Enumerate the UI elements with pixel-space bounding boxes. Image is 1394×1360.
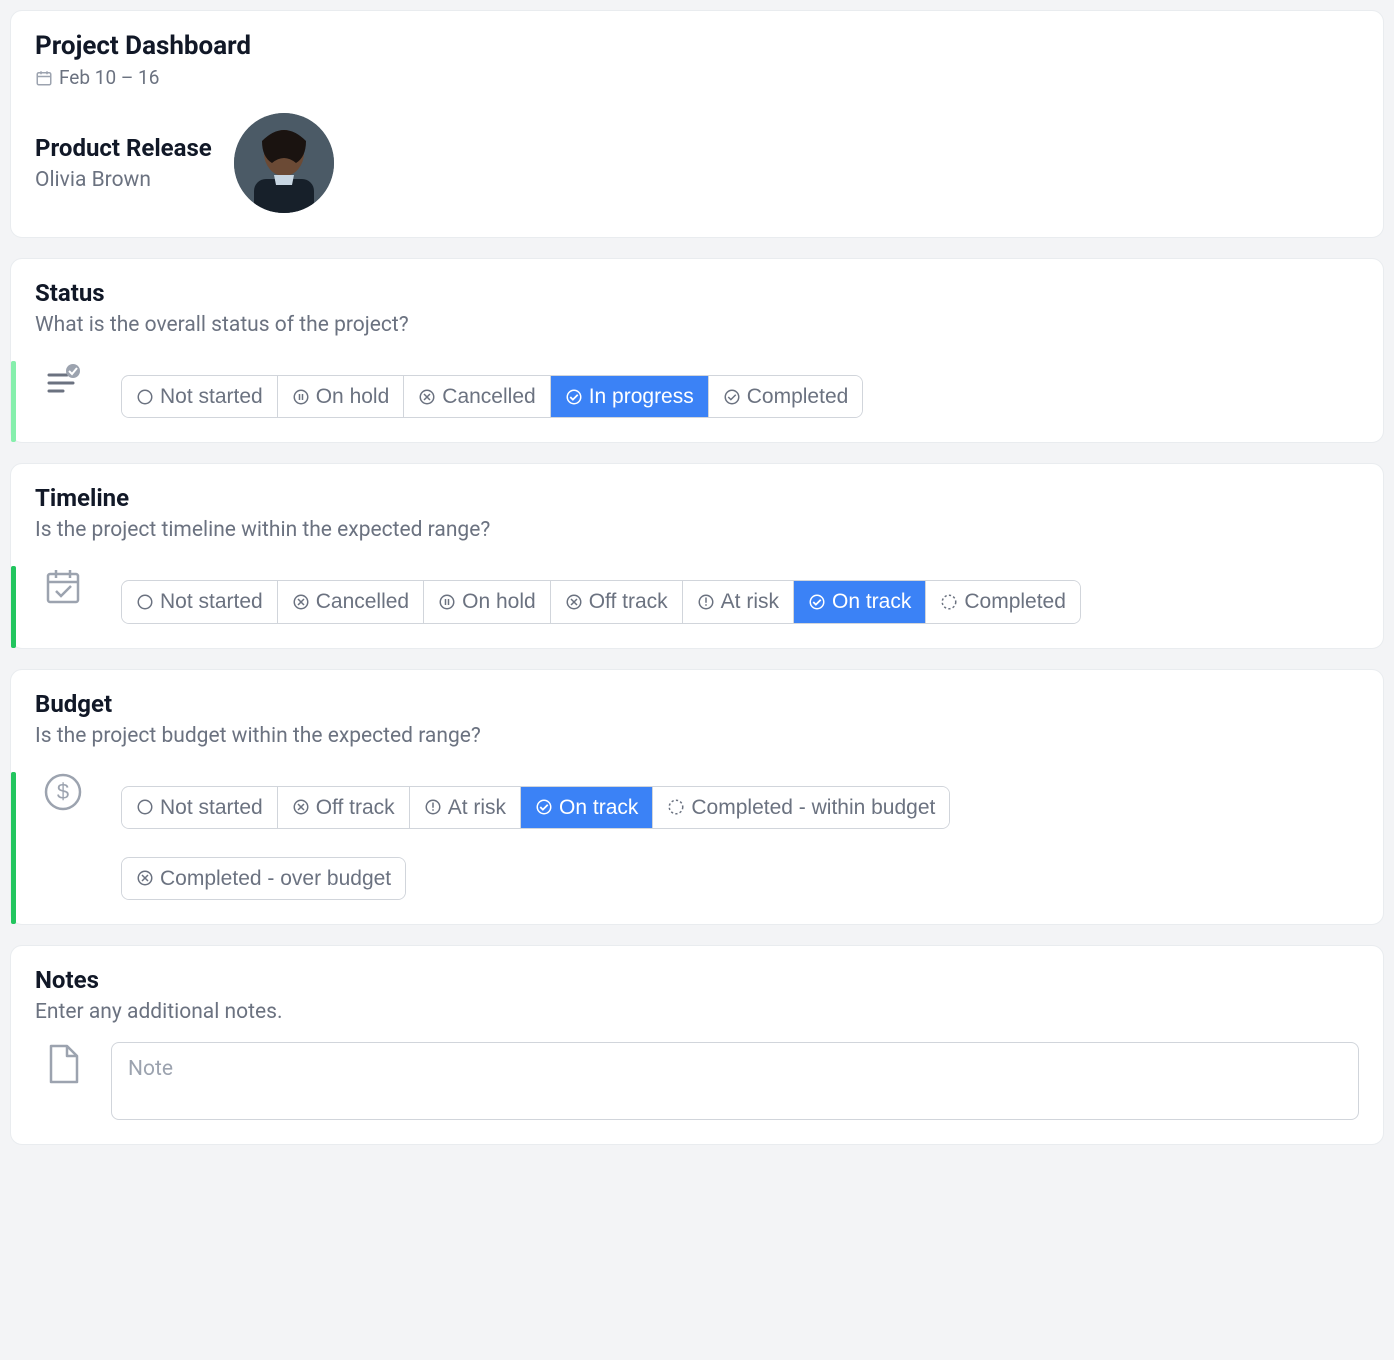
status-option-label: Cancelled	[442, 384, 535, 409]
x-circle-icon	[565, 593, 583, 611]
timeline-option-on-track[interactable]: On track	[794, 581, 926, 622]
budget-option-label: Not started	[160, 795, 263, 820]
gear-icon	[667, 798, 685, 816]
timeline-option-at-risk[interactable]: At risk	[683, 581, 794, 622]
timeline-option-label: On hold	[462, 589, 536, 614]
file-icon	[35, 1042, 85, 1090]
check-circle-icon	[723, 388, 741, 406]
status-indicator-bar	[11, 361, 16, 442]
timeline-desc: Is the project timeline within the expec…	[35, 518, 1359, 542]
status-option-label: In progress	[589, 384, 694, 409]
budget-option-off-track[interactable]: Off track	[278, 787, 410, 828]
timeline-option-label: Completed	[964, 589, 1066, 614]
person-name: Olivia Brown	[35, 168, 212, 192]
check-circle-filled-icon	[808, 593, 826, 611]
circle-icon	[136, 593, 154, 611]
budget-option-on-track[interactable]: On track	[521, 787, 653, 828]
circle-icon	[136, 388, 154, 406]
budget-option-label: Completed - over budget	[160, 866, 391, 891]
budget-option-completed-within-budget[interactable]: Completed - within budget	[653, 787, 949, 828]
timeline-option-label: Off track	[589, 589, 668, 614]
timeline-options: Not started Cancelled On hold Off track At r…	[95, 566, 1359, 623]
check-circle-filled-icon	[535, 798, 553, 816]
notes-card: Notes Enter any additional notes.	[10, 945, 1384, 1145]
check-circle-filled-icon	[565, 388, 583, 406]
status-card: Status What is the overall status of the…	[10, 258, 1384, 443]
header-card: Project Dashboard Feb 10 – 16 Product Re…	[10, 10, 1384, 238]
timeline-option-completed[interactable]: Completed	[926, 581, 1080, 622]
timeline-card: Timeline Is the project timeline within …	[10, 463, 1384, 648]
timeline-indicator-bar	[11, 566, 16, 647]
budget-options: Not started Off track At risk On track Compl…	[95, 772, 1359, 900]
budget-option-label: On track	[559, 795, 638, 820]
timeline-option-label: Cancelled	[316, 589, 409, 614]
dollar-icon: $	[35, 772, 95, 812]
budget-option-label: At risk	[448, 795, 506, 820]
budget-indicator-bar	[11, 772, 16, 924]
budget-option-completed-over-budget[interactable]: Completed - over budget	[122, 858, 405, 899]
status-option-label: Completed	[747, 384, 849, 409]
budget-option-label: Completed - within budget	[691, 795, 935, 820]
page-title: Project Dashboard	[35, 31, 1359, 62]
budget-desc: Is the project budget within the expecte…	[35, 724, 1359, 748]
notes-title: Notes	[35, 966, 1359, 994]
timeline-option-label: Not started	[160, 589, 263, 614]
x-circle-icon	[418, 388, 436, 406]
date-row: Feb 10 – 16	[35, 66, 1359, 89]
timeline-option-label: At risk	[721, 589, 779, 614]
circle-icon	[136, 798, 154, 816]
status-desc: What is the overall status of the projec…	[35, 313, 1359, 337]
timeline-option-cancelled[interactable]: Cancelled	[278, 581, 424, 622]
status-options: Not started On hold Cancelled In progress Co…	[95, 361, 1359, 418]
avatar	[234, 113, 334, 213]
notes-desc: Enter any additional notes.	[35, 1000, 1359, 1024]
status-option-not-started[interactable]: Not started	[122, 376, 278, 417]
project-name: Product Release	[35, 134, 212, 162]
alert-icon	[697, 593, 715, 611]
status-list-icon	[35, 361, 95, 401]
budget-card: Budget Is the project budget within the …	[10, 669, 1384, 925]
calendar-check-icon	[35, 566, 95, 606]
status-option-cancelled[interactable]: Cancelled	[404, 376, 550, 417]
budget-option-label: Off track	[316, 795, 395, 820]
calendar-icon	[35, 69, 53, 87]
status-title: Status	[35, 279, 1359, 307]
status-option-completed[interactable]: Completed	[709, 376, 863, 417]
status-option-label: Not started	[160, 384, 263, 409]
timeline-option-off-track[interactable]: Off track	[551, 581, 683, 622]
budget-title: Budget	[35, 690, 1359, 718]
timeline-option-not-started[interactable]: Not started	[122, 581, 278, 622]
date-range-text: Feb 10 – 16	[59, 66, 159, 89]
gear-icon	[940, 593, 958, 611]
budget-option-not-started[interactable]: Not started	[122, 787, 278, 828]
x-circle-icon	[292, 593, 310, 611]
alert-icon	[424, 798, 442, 816]
x-circle-icon	[136, 869, 154, 887]
notes-input[interactable]	[111, 1042, 1359, 1120]
timeline-option-on-hold[interactable]: On hold	[424, 581, 551, 622]
budget-option-at-risk[interactable]: At risk	[410, 787, 521, 828]
status-option-label: On hold	[316, 384, 390, 409]
pause-icon	[292, 388, 310, 406]
svg-text:$: $	[57, 779, 69, 804]
x-circle-icon	[292, 798, 310, 816]
timeline-option-label: On track	[832, 589, 911, 614]
pause-icon	[438, 593, 456, 611]
status-option-in-progress[interactable]: In progress	[551, 376, 709, 417]
status-option-on-hold[interactable]: On hold	[278, 376, 405, 417]
timeline-title: Timeline	[35, 484, 1359, 512]
